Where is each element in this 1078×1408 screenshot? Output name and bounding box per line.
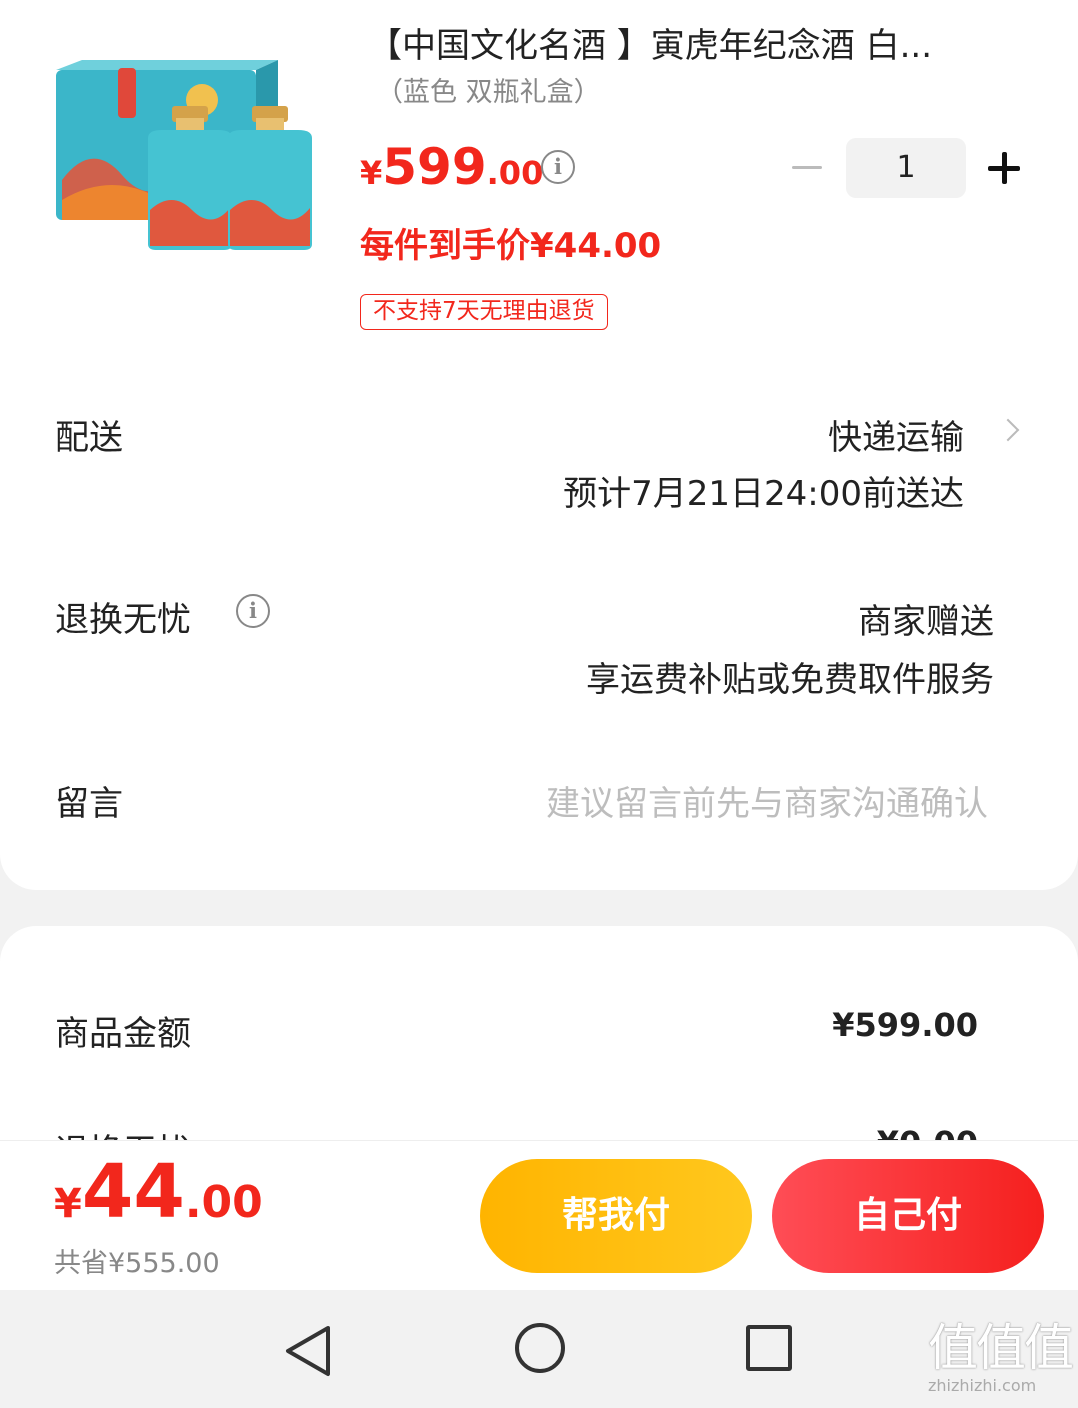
goods-amount-label: 商品金额 (55, 1014, 191, 1054)
chevron-right-icon[interactable] (1002, 416, 1018, 444)
delivery-label: 配送 (55, 418, 123, 458)
goods-amount-value: ¥599.00 (832, 1006, 978, 1044)
message-label: 留言 (55, 784, 123, 824)
delivery-method[interactable]: 快递运输 (828, 410, 964, 459)
price-integer: 599 (382, 138, 487, 196)
watermark-logo: 值值值 (928, 1319, 1074, 1377)
home-icon[interactable] (515, 1323, 565, 1373)
price-decimal: .00 (486, 154, 544, 192)
unit-price: 每件到手价¥44.00 (360, 226, 662, 266)
help-pay-button[interactable]: 帮我付 (480, 1159, 752, 1273)
product-title[interactable]: 【中国文化名酒 】寅虎年纪念酒 白... (368, 18, 1008, 67)
back-icon[interactable] (282, 1324, 334, 1378)
watermark-url: zhizhizhi.com (928, 1376, 1037, 1395)
total-saved: 共省¥555.00 (54, 1248, 220, 1279)
checkout-bar: ¥44.00 共省¥555.00 帮我付 自己付 (0, 1140, 1078, 1290)
quantity-plus-button[interactable] (984, 148, 1024, 188)
order-card: 【中国文化名酒 】寅虎年纪念酒 白... （蓝色 双瓶礼盒） ¥599.00 i… (0, 0, 1078, 890)
total-integer: 44 (81, 1149, 185, 1235)
delivery-eta: 预计7月21日24:00前送达 (563, 474, 964, 514)
returns-desc: 享运费补贴或免费取件服务 (586, 660, 994, 700)
total-decimal: .00 (184, 1177, 263, 1228)
returns-value: 商家赠送 (858, 602, 994, 642)
price-currency: ¥ (360, 154, 383, 192)
self-pay-button[interactable]: 自己付 (772, 1159, 1044, 1273)
product-price: ¥599.00 (360, 138, 543, 196)
total-currency: ¥ (54, 1181, 82, 1227)
recent-apps-icon[interactable] (746, 1325, 792, 1371)
message-input[interactable]: 建议留言前先与商家沟通确认 (546, 776, 988, 825)
product-image[interactable] (52, 60, 324, 256)
return-policy-tag: 不支持7天无理由退货 (360, 294, 608, 330)
watermark: 值值值 zhizhizhi.com (928, 1319, 1074, 1395)
system-nav-bar: 值值值 zhizhizhi.com (0, 1290, 1078, 1408)
product-spec: （蓝色 双瓶礼盒） (376, 77, 601, 108)
quantity-minus-button[interactable] (788, 150, 828, 184)
returns-info-icon[interactable]: i (236, 594, 270, 628)
total-price: ¥44.00 (54, 1149, 263, 1235)
returns-label: 退换无忧 (55, 600, 191, 640)
quantity-input[interactable]: 1 (846, 138, 966, 198)
price-info-icon[interactable]: i (541, 150, 575, 184)
